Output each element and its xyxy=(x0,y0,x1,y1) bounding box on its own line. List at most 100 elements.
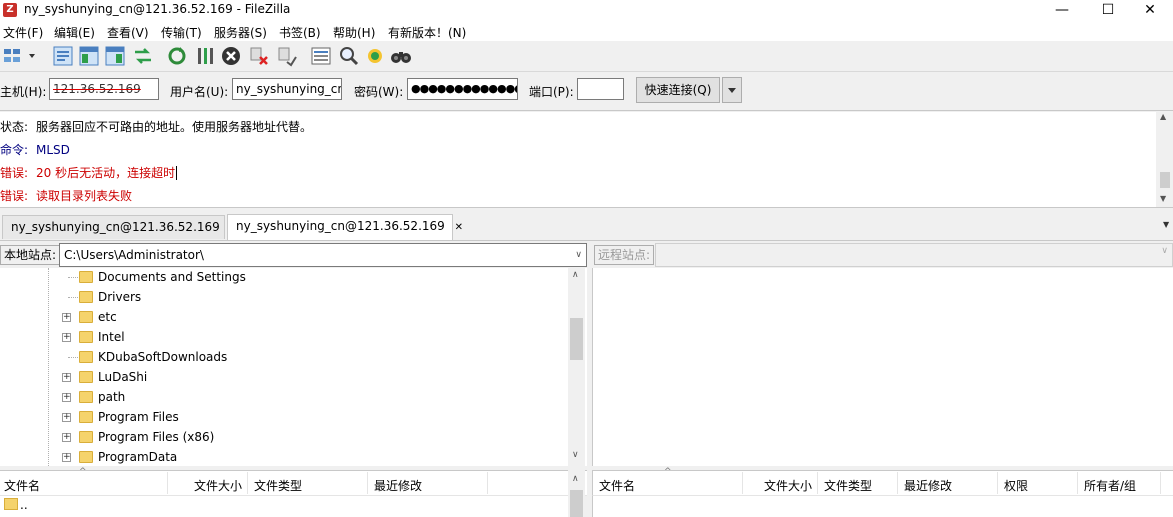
sort-ascending-icon: ^ xyxy=(664,467,672,477)
column-divider[interactable] xyxy=(367,472,368,494)
tree-item[interactable]: + Program Files (x86) xyxy=(0,428,568,448)
expand-icon[interactable]: + xyxy=(62,453,71,462)
local-file-scrollbar-thumb[interactable] xyxy=(570,490,583,517)
tab-scroll-icon[interactable]: ▼ xyxy=(1163,220,1169,229)
disconnect-button[interactable] xyxy=(248,45,270,67)
expand-icon[interactable]: + xyxy=(62,393,71,402)
column-owner-group[interactable]: 所有者/组 xyxy=(1084,477,1136,494)
menu-file[interactable]: 文件(F) xyxy=(3,24,43,41)
log-scrollbar-thumb[interactable] xyxy=(1160,172,1170,188)
file-row[interactable]: .. xyxy=(0,496,560,517)
remote-path-input[interactable]: ∨ xyxy=(655,243,1173,267)
tree-item-label: Documents and Settings xyxy=(98,270,246,284)
quickconnect-bar: 主机(H): 121.36.52.169 用户名(U): ny_syshunyi… xyxy=(0,72,1173,111)
tab-connection-2[interactable]: ny_syshunying_cn@121.36.52.169 ✕ xyxy=(227,214,463,240)
tab-connection-1[interactable]: ny_syshunying_cn@121.36.52.169 xyxy=(2,215,225,239)
menu-edit[interactable]: 编辑(E) xyxy=(54,24,95,41)
column-divider[interactable] xyxy=(1160,472,1161,494)
tree-item-label: Intel xyxy=(98,330,125,344)
column-divider[interactable] xyxy=(167,472,168,494)
tree-item[interactable]: + LuDaShi xyxy=(0,368,568,388)
menu-new-version[interactable]: 有新版本！(N) xyxy=(388,24,466,41)
local-site-label: 本地站点: xyxy=(0,245,61,265)
minimize-button[interactable]: — xyxy=(1039,0,1085,22)
local-path-input[interactable]: C:\Users\Administrator\ ∨ xyxy=(59,243,587,267)
toggle-queue-button[interactable] xyxy=(132,45,154,67)
chevron-down-icon[interactable]: ∨ xyxy=(575,244,582,266)
folder-icon xyxy=(79,351,93,363)
tree-item-label: etc xyxy=(98,310,117,324)
folder-icon xyxy=(79,371,93,383)
tree-item[interactable]: + Intel xyxy=(0,328,568,348)
toggle-remote-tree-button[interactable] xyxy=(104,45,126,67)
menu-transfer[interactable]: 传输(T) xyxy=(161,24,202,41)
column-divider[interactable] xyxy=(997,472,998,494)
local-tree-scrollbar-thumb[interactable] xyxy=(570,318,583,360)
column-filetype[interactable]: 文件类型 xyxy=(254,477,302,494)
search-remote-button[interactable] xyxy=(390,45,412,67)
column-filesize[interactable]: 文件大小 xyxy=(194,477,242,494)
column-filename[interactable]: 文件名 xyxy=(599,477,635,494)
column-divider[interactable] xyxy=(742,472,743,494)
quickconnect-history-button[interactable] xyxy=(722,77,742,103)
port-input[interactable] xyxy=(577,78,624,100)
tree-item[interactable]: + path xyxy=(0,388,568,408)
column-filesize[interactable]: 文件大小 xyxy=(764,477,812,494)
tree-item[interactable]: + etc xyxy=(0,308,568,328)
refresh-icon xyxy=(168,47,186,65)
menu-view[interactable]: 查看(V) xyxy=(107,24,149,41)
toggle-log-button[interactable] xyxy=(52,45,74,67)
process-queue-button[interactable] xyxy=(194,45,216,67)
refresh-button[interactable] xyxy=(166,45,188,67)
tree-item[interactable]: + ProgramData xyxy=(0,448,568,466)
site-manager-button[interactable] xyxy=(2,45,38,67)
tree-item[interactable]: + Program Files xyxy=(0,408,568,428)
quickconnect-button[interactable]: 快速连接(Q) xyxy=(636,77,720,103)
password-input[interactable]: ●●●●●●●●●●●●● xyxy=(407,78,518,100)
tree-item[interactable]: KDubaSoftDownloads xyxy=(0,348,568,368)
column-divider[interactable] xyxy=(817,472,818,494)
scroll-up-icon[interactable]: ▲ xyxy=(1160,112,1166,121)
scroll-down-icon[interactable]: ∨ xyxy=(572,450,579,460)
column-modified[interactable]: 最近修改 xyxy=(904,477,952,494)
toggle-local-tree-button[interactable] xyxy=(78,45,100,67)
username-input[interactable]: ny_syshunying_cn xyxy=(232,78,342,100)
close-button[interactable]: ✕ xyxy=(1127,0,1173,22)
column-divider[interactable] xyxy=(1077,472,1078,494)
local-file-scrollbar[interactable]: ∧ xyxy=(568,470,585,517)
column-divider[interactable] xyxy=(247,472,248,494)
column-divider[interactable] xyxy=(897,472,898,494)
maximize-button[interactable]: ☐ xyxy=(1085,0,1131,22)
expand-icon[interactable]: + xyxy=(62,413,71,422)
scroll-up-icon[interactable]: ∧ xyxy=(572,474,579,484)
directory-filter-button[interactable] xyxy=(310,45,332,67)
menu-help[interactable]: 帮助(H) xyxy=(333,24,375,41)
reconnect-button[interactable] xyxy=(276,45,298,67)
chevron-down-icon[interactable]: ∨ xyxy=(1161,246,1168,256)
tree-item[interactable]: Documents and Settings xyxy=(0,268,568,288)
host-input[interactable]: 121.36.52.169 xyxy=(49,78,159,100)
local-tree-scrollbar[interactable]: ∧ ∨ xyxy=(568,268,585,466)
tree-item[interactable]: Drivers xyxy=(0,288,568,308)
column-filetype[interactable]: 文件类型 xyxy=(824,477,872,494)
expand-icon[interactable]: + xyxy=(62,373,71,382)
tab-close-icon[interactable]: ✕ xyxy=(455,222,463,233)
toolbar xyxy=(0,41,1173,72)
filezilla-app-icon: Z xyxy=(3,3,17,17)
folder-icon xyxy=(79,311,93,323)
cancel-operation-button[interactable] xyxy=(220,45,242,67)
log-scrollbar[interactable]: ▲ ▼ xyxy=(1156,112,1173,207)
scroll-down-icon[interactable]: ▼ xyxy=(1160,194,1166,203)
compare-directories-button[interactable] xyxy=(338,45,360,67)
synchronized-browsing-button[interactable] xyxy=(364,45,386,67)
menu-server[interactable]: 服务器(S) xyxy=(214,24,267,41)
expand-icon[interactable]: + xyxy=(62,313,71,322)
expand-icon[interactable]: + xyxy=(62,333,71,342)
column-filename[interactable]: 文件名 xyxy=(4,477,40,494)
menu-bookmarks[interactable]: 书签(B) xyxy=(279,24,321,41)
column-permissions[interactable]: 权限 xyxy=(1004,477,1028,494)
scroll-up-icon[interactable]: ∧ xyxy=(572,270,579,280)
expand-icon[interactable]: + xyxy=(62,433,71,442)
column-divider[interactable] xyxy=(487,472,488,494)
column-modified[interactable]: 最近修改 xyxy=(374,477,422,494)
